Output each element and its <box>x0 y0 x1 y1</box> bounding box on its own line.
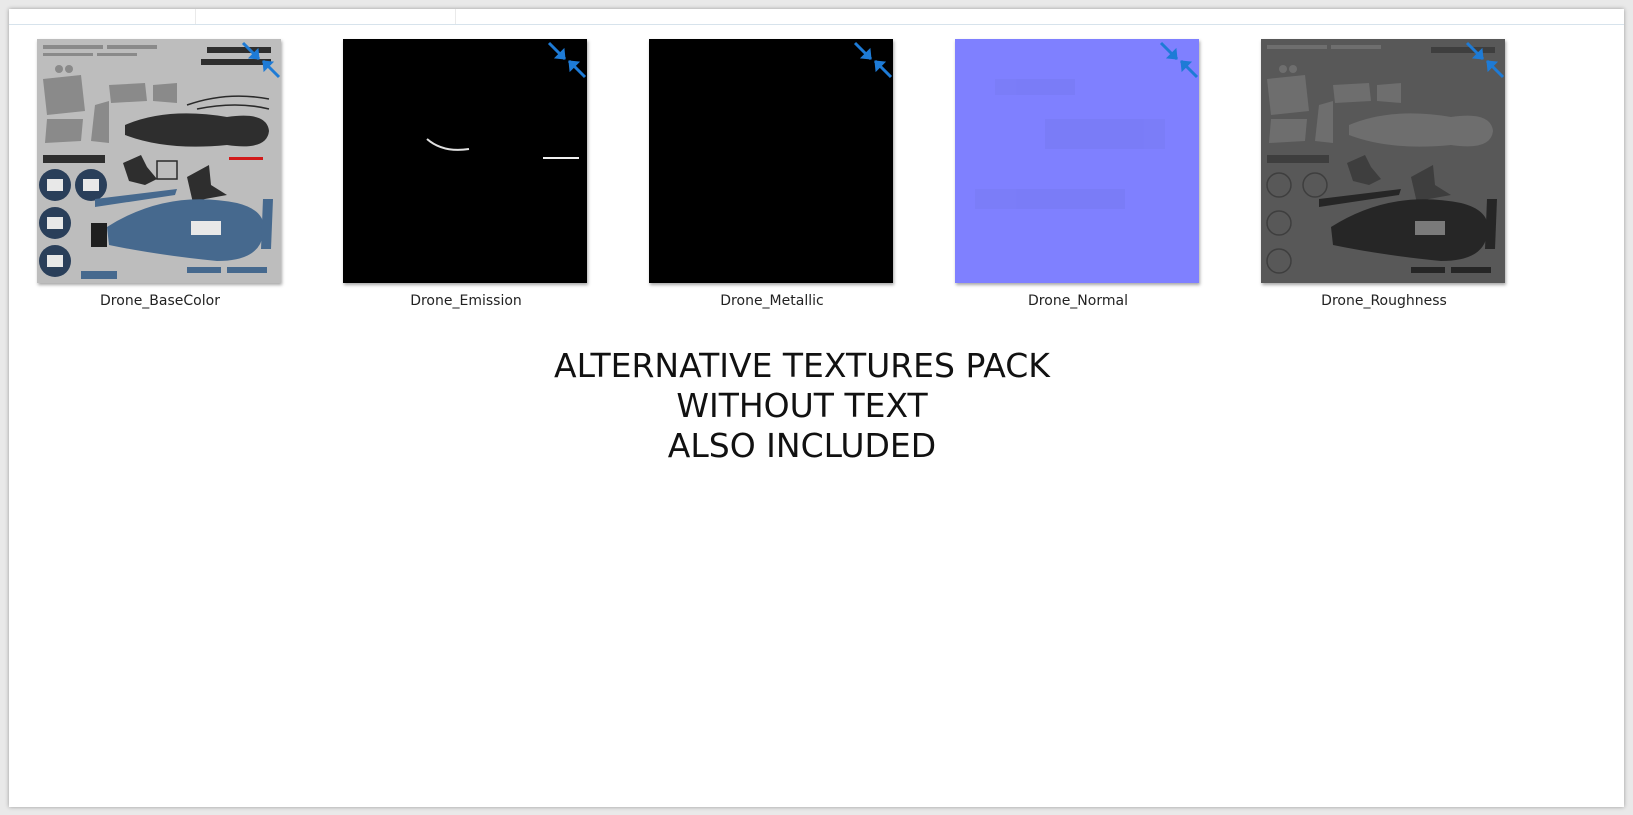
thumbnail-emission[interactable] <box>343 39 587 283</box>
file-item-normal[interactable]: Drone_Normal <box>955 39 1201 319</box>
column-header-strip <box>9 9 1624 25</box>
file-item-emission[interactable]: Drone_Emission <box>343 39 589 319</box>
file-name-label: Drone_Emission <box>410 293 522 309</box>
file-item-metallic[interactable]: Drone_Metallic <box>649 39 895 319</box>
file-item-roughness[interactable]: Drone_Roughness <box>1261 39 1507 319</box>
file-item-basecolor[interactable]: Drone_BaseColor <box>37 39 283 319</box>
compress-arrows-icon <box>853 41 893 79</box>
notice-line: ALTERNATIVE TEXTURES PACK <box>554 346 1050 385</box>
compress-arrows-icon <box>241 41 281 79</box>
file-name-label: Drone_Metallic <box>720 293 824 309</box>
file-explorer-window: Drone_BaseColor Drone_Emission Drone_Met… <box>9 9 1624 807</box>
compress-arrows-icon <box>1159 41 1199 79</box>
thumbnail-roughness[interactable] <box>1261 39 1505 283</box>
thumbnail-metallic[interactable] <box>649 39 893 283</box>
file-name-label: Drone_Roughness <box>1321 293 1447 309</box>
notice-line: WITHOUT TEXT <box>676 386 928 425</box>
compress-arrows-icon <box>1465 41 1505 79</box>
thumbnail-basecolor[interactable] <box>37 39 281 283</box>
header-separator[interactable] <box>195 9 196 24</box>
overlay-notice-text: ALTERNATIVE TEXTURES PACK WITHOUT TEXT A… <box>409 346 1195 466</box>
header-separator[interactable] <box>455 9 456 24</box>
notice-line: ALSO INCLUDED <box>667 426 937 465</box>
file-name-label: Drone_BaseColor <box>100 293 220 309</box>
compress-arrows-icon <box>547 41 587 79</box>
thumbnail-normal[interactable] <box>955 39 1199 283</box>
file-name-label: Drone_Normal <box>1028 293 1128 309</box>
